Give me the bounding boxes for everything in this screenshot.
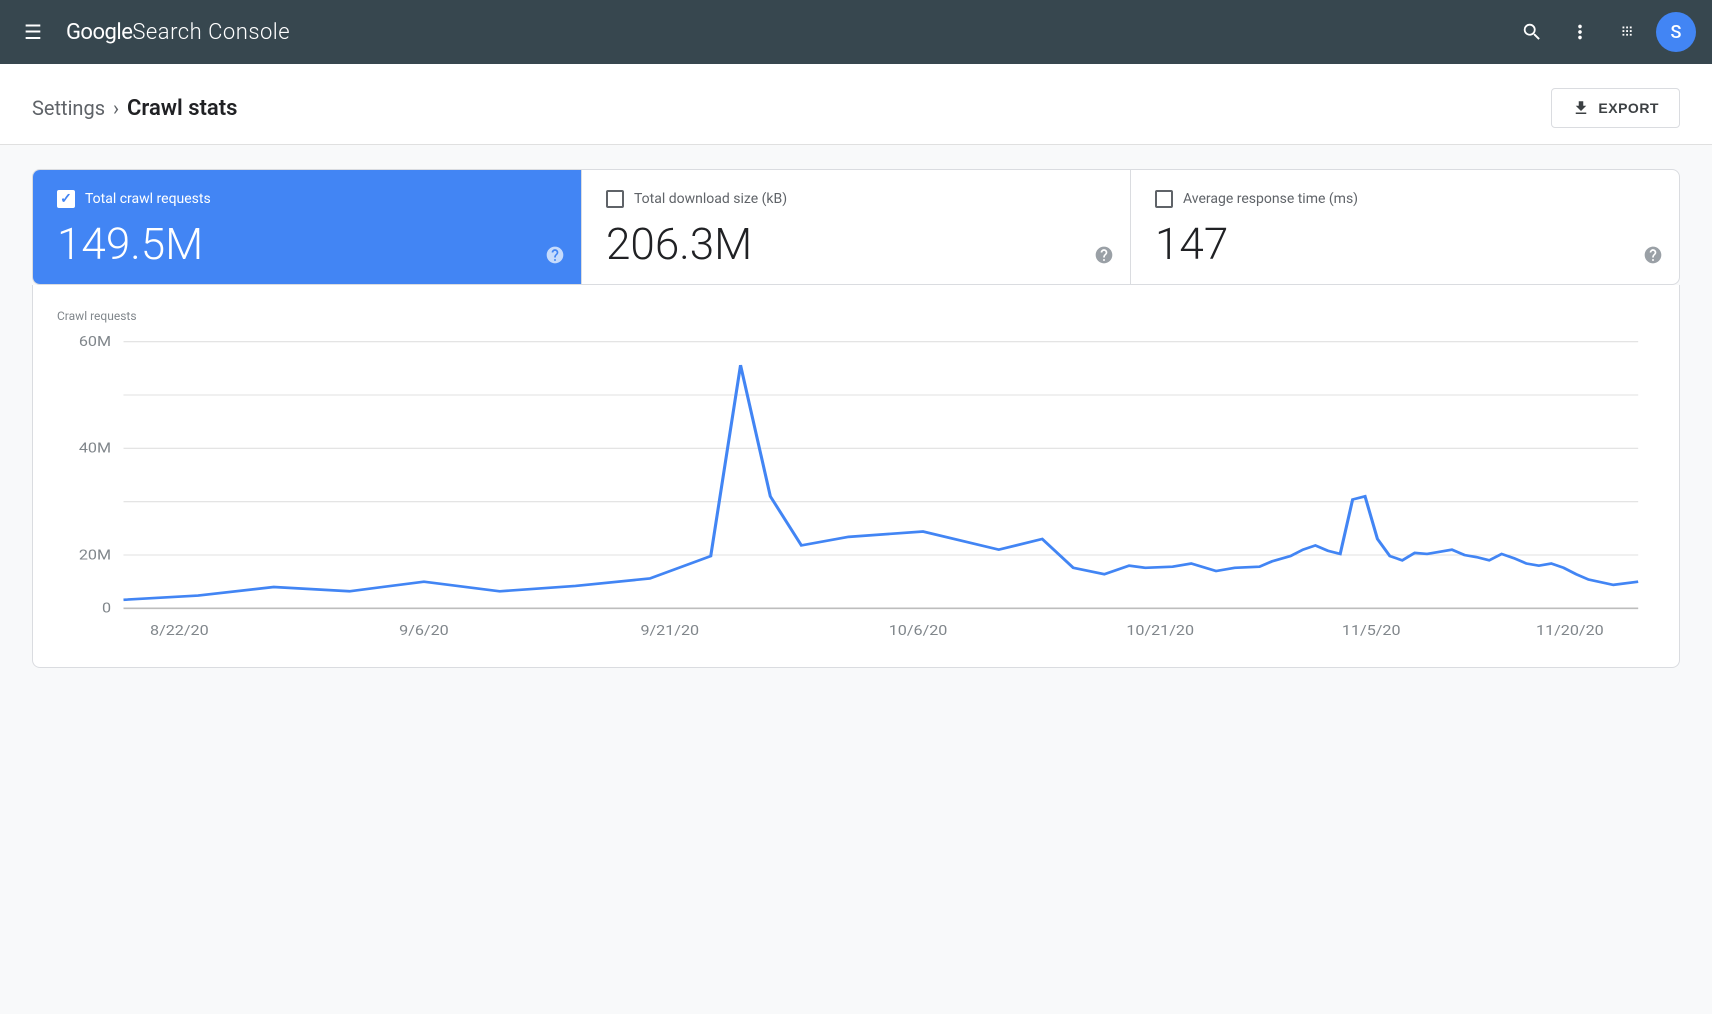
more-options-icon[interactable] <box>1560 12 1600 52</box>
stat-checkbox-crawl[interactable]: ✓ <box>57 190 75 208</box>
export-button[interactable]: EXPORT <box>1551 88 1680 128</box>
export-label: EXPORT <box>1598 100 1659 116</box>
svg-text:10/6/20: 10/6/20 <box>889 622 948 639</box>
stat-label-response: Average response time (ms) <box>1183 191 1358 207</box>
header-actions: S <box>1512 12 1696 52</box>
chart-svg: 60M 40M 20M 0 8/22/20 9/6/20 9/21/20 10/… <box>49 331 1663 651</box>
stat-checkbox-download[interactable] <box>606 190 624 208</box>
svg-text:9/21/20: 9/21/20 <box>640 622 699 639</box>
breadcrumb-current: Crawl stats <box>127 96 237 121</box>
app-logo: Google Search Console <box>66 20 1496 45</box>
svg-text:11/5/20: 11/5/20 <box>1342 622 1401 639</box>
user-avatar[interactable]: S <box>1656 12 1696 52</box>
svg-text:9/6/20: 9/6/20 <box>399 622 449 639</box>
stat-value-response: 147 <box>1155 220 1655 268</box>
stat-card-crawl-requests[interactable]: ✓ Total crawl requests 149.5M <box>33 170 582 284</box>
stat-value-crawl: 149.5M <box>57 220 557 268</box>
stat-card-header: ✓ Total crawl requests <box>57 190 557 208</box>
stat-label-download: Total download size (kB) <box>634 191 787 207</box>
stat-label-crawl: Total crawl requests <box>85 191 211 207</box>
svg-text:40M: 40M <box>79 440 111 457</box>
stat-checkbox-response[interactable] <box>1155 190 1173 208</box>
stat-card-download-size[interactable]: Total download size (kB) 206.3M <box>582 170 1131 284</box>
logo-title-text: Search Console <box>132 20 290 45</box>
chart-wrap: 60M 40M 20M 0 8/22/20 9/6/20 9/21/20 10/… <box>49 331 1663 651</box>
svg-text:60M: 60M <box>79 333 111 350</box>
svg-text:8/22/20: 8/22/20 <box>150 622 209 639</box>
stat-card-header-3: Average response time (ms) <box>1155 190 1655 208</box>
stat-cards-container: ✓ Total crawl requests 149.5M Total down… <box>32 169 1680 285</box>
breadcrumb: Settings › Crawl stats <box>32 96 237 121</box>
main-content: ✓ Total crawl requests 149.5M Total down… <box>0 145 1712 692</box>
menu-icon[interactable]: ☰ <box>16 12 50 52</box>
chart-line <box>123 366 1638 601</box>
svg-text:20M: 20M <box>79 547 111 564</box>
svg-text:11/20/20: 11/20/20 <box>1536 622 1604 639</box>
search-icon[interactable] <box>1512 12 1552 52</box>
stat-value-download: 206.3M <box>606 220 1106 268</box>
breadcrumb-separator: › <box>113 96 119 120</box>
svg-text:10/21/20: 10/21/20 <box>1126 622 1194 639</box>
app-header: ☰ Google Search Console S <box>0 0 1712 64</box>
svg-text:0: 0 <box>102 600 111 617</box>
checkbox-check-icon: ✓ <box>60 192 72 206</box>
apps-icon[interactable] <box>1608 12 1648 52</box>
breadcrumb-parent[interactable]: Settings <box>32 96 105 120</box>
stat-card-header-2: Total download size (kB) <box>606 190 1106 208</box>
chart-container: Crawl requests 60M 40M 20M 0 <box>32 285 1680 668</box>
chart-y-label: Crawl requests <box>49 309 1663 323</box>
breadcrumb-bar: Settings › Crawl stats EXPORT <box>0 64 1712 145</box>
help-icon-crawl[interactable] <box>545 245 565 270</box>
help-icon-response[interactable] <box>1643 245 1663 270</box>
logo-google-text: Google <box>66 20 132 45</box>
stat-card-response-time[interactable]: Average response time (ms) 147 <box>1131 170 1679 284</box>
help-icon-download[interactable] <box>1094 245 1114 270</box>
